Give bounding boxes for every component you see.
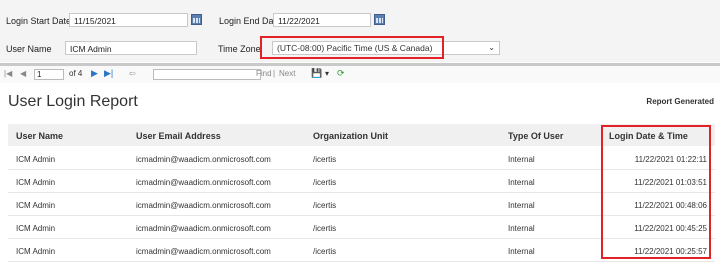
last-page-icon[interactable]: ▶| <box>104 68 113 79</box>
export-icon[interactable]: 💾 <box>311 68 322 79</box>
cell-user-name: ICM Admin <box>16 224 56 233</box>
cell-email: icmadmin@waadicm.onmicrosoft.com <box>136 201 271 210</box>
cell-org-unit: /icertis <box>313 178 337 187</box>
user-name-input[interactable]: ICM Admin <box>65 41 197 55</box>
next-link[interactable]: Next <box>279 69 295 78</box>
chevron-down-icon[interactable]: ⌄ <box>488 42 495 54</box>
cell-user-type: Internal <box>508 201 535 210</box>
cell-org-unit: /icertis <box>313 201 337 210</box>
column-header-org-unit[interactable]: Organization Unit <box>313 131 388 141</box>
login-datetime-highlight-box <box>601 125 711 259</box>
column-header-user-name[interactable]: User Name <box>16 131 63 141</box>
cell-user-name: ICM Admin <box>16 155 56 164</box>
cell-email: icmadmin@waadicm.onmicrosoft.com <box>136 155 271 164</box>
column-header-email[interactable]: User Email Address <box>136 131 221 141</box>
cell-user-type: Internal <box>508 155 535 164</box>
cell-user-type: Internal <box>508 247 535 256</box>
calendar-icon[interactable] <box>191 14 202 25</box>
cell-user-name: ICM Admin <box>16 201 56 210</box>
first-page-icon[interactable]: |◀ <box>4 69 12 78</box>
login-start-label: Login Start Date <box>6 16 72 26</box>
cell-org-unit: /icertis <box>313 155 337 164</box>
report-title: User Login Report <box>8 93 138 110</box>
export-dropdown-icon[interactable]: ▾ <box>325 69 329 78</box>
time-zone-highlight-box <box>260 36 444 59</box>
cell-org-unit: /icertis <box>313 224 337 233</box>
toolbar-separator: | <box>273 69 276 78</box>
cell-email: icmadmin@waadicm.onmicrosoft.com <box>136 247 271 256</box>
back-icon[interactable]: ⇦ <box>129 69 136 78</box>
find-input[interactable] <box>153 69 261 80</box>
previous-page-icon[interactable]: ◀ <box>20 69 26 78</box>
refresh-icon[interactable]: ⟳ <box>337 68 345 79</box>
login-end-input[interactable]: 11/22/2021 <box>273 13 371 27</box>
cell-user-type: Internal <box>508 178 535 187</box>
cell-user-name: ICM Admin <box>16 247 56 256</box>
calendar-icon[interactable] <box>374 14 385 25</box>
user-name-label: User Name <box>6 44 52 54</box>
page-number-input[interactable]: 1 <box>34 69 64 80</box>
report-toolbar: |◀ ◀ 1 of 4 ▶ ▶| ⇦ Find | Next 💾 ▾ ⟳ <box>0 63 720 83</box>
next-page-icon[interactable]: ▶ <box>91 68 98 79</box>
cell-email: icmadmin@waadicm.onmicrosoft.com <box>136 224 271 233</box>
cell-org-unit: /icertis <box>313 247 337 256</box>
find-link[interactable]: Find <box>256 69 272 78</box>
page-count: of 4 <box>69 69 83 78</box>
column-header-user-type[interactable]: Type Of User <box>508 131 563 141</box>
cell-user-name: ICM Admin <box>16 178 56 187</box>
cell-email: icmadmin@waadicm.onmicrosoft.com <box>136 178 271 187</box>
login-start-input[interactable]: 11/15/2021 <box>69 13 188 27</box>
login-end-label: Login End Date <box>219 16 282 26</box>
time-zone-label: Time Zone <box>218 44 261 54</box>
filter-panel: Login Start Date 11/15/2021 Login End Da… <box>0 0 720 62</box>
report-generated-label: Report Generated <box>646 97 714 106</box>
cell-user-type: Internal <box>508 224 535 233</box>
